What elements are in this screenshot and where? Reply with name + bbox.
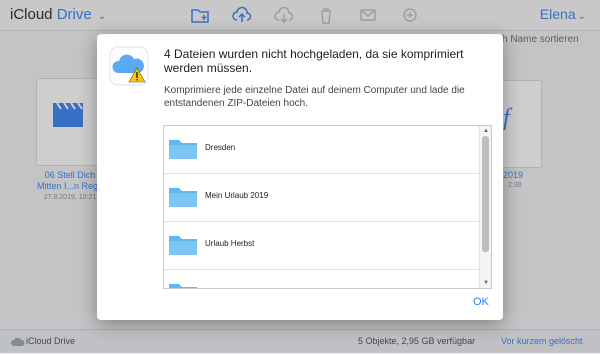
dialog-message: Komprimiere jede einzelne Datei auf dein… [164, 85, 465, 109]
folder-icon [169, 140, 197, 159]
scroll-up-arrow-icon[interactable]: ▲ [483, 128, 489, 134]
dialog-title: 4 Dateien wurden nicht hochgeladen, da s… [164, 47, 464, 75]
list-item-label: Dresden [205, 143, 236, 152]
scroll-down-arrow-icon[interactable]: ▼ [483, 280, 489, 286]
file-list: Dresden Mein Urlaub 2019 Urlaub Herbst ▲… [163, 125, 492, 289]
scrollbar[interactable]: ▲ ▼ [479, 126, 491, 288]
folder-icon [169, 188, 197, 207]
scrollbar-thumb[interactable] [482, 136, 489, 252]
list-item-partial[interactable] [164, 270, 479, 288]
list-item[interactable]: Dresden [164, 126, 479, 174]
ok-button[interactable]: OK [473, 296, 489, 308]
list-item[interactable]: Urlaub Herbst [164, 222, 479, 270]
folder-icon [169, 236, 197, 255]
list-item-label: Mein Urlaub 2019 [205, 191, 269, 200]
folder-icon [169, 284, 197, 288]
icloud-warning-icon [109, 46, 149, 86]
upload-error-dialog: 4 Dateien wurden nicht hochgeladen, da s… [97, 34, 503, 320]
list-item[interactable]: Mein Urlaub 2019 [164, 174, 479, 222]
list-item-label: Urlaub Herbst [205, 239, 255, 248]
